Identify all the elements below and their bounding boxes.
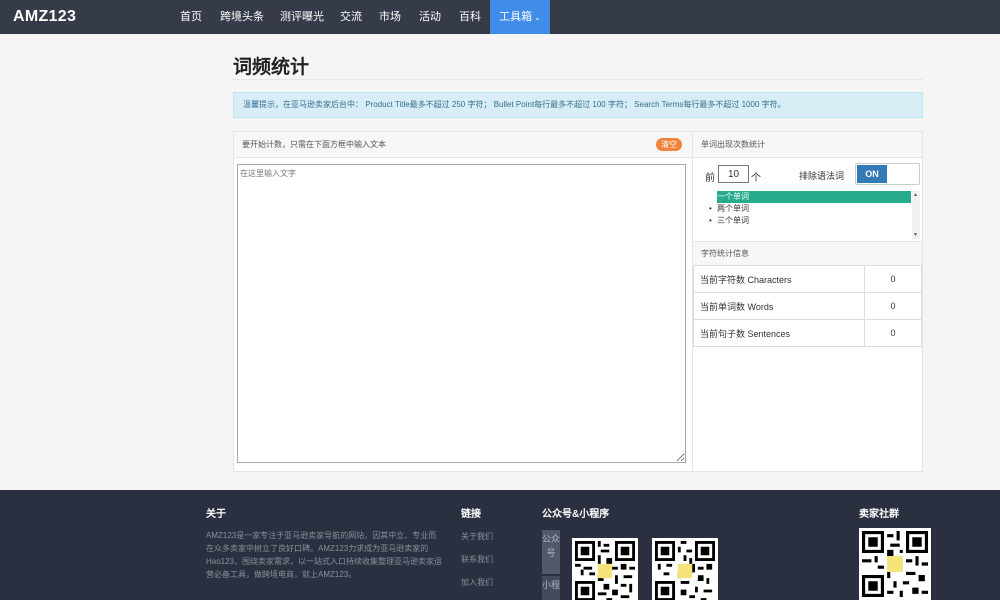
- nav-item-market[interactable]: 市场: [375, 0, 405, 34]
- title-divider: [233, 79, 923, 80]
- ngram-select-list[interactable]: 一个单词 两个单词 三个单词: [708, 191, 920, 239]
- word-count-header: 单词出现次数统计: [693, 132, 922, 158]
- stat-value: 0: [864, 292, 922, 320]
- qr-code-official-account: [572, 538, 638, 600]
- stat-value: 0: [864, 265, 922, 293]
- input-panel-header-text: 要开始计数，只需在下面方框中输入文本: [242, 140, 386, 149]
- qr-code-icon: [575, 541, 635, 600]
- site-footer: 关于 AMZ123是一家专注于亚马逊卖家导航的网站，因其中立、专业而在众多卖家中…: [0, 490, 1000, 600]
- top-n-input[interactable]: [718, 165, 749, 183]
- site-logo[interactable]: AMZ123: [13, 8, 76, 26]
- nav-item-toolbox-label: 工具箱: [499, 11, 533, 23]
- text-input-area[interactable]: [237, 164, 686, 463]
- input-panel-header: 要开始计数，只需在下面方框中输入文本 清空: [234, 132, 692, 158]
- toggle-on-label: ON: [857, 165, 887, 183]
- exclude-grammar-label: 排除语法词: [799, 171, 845, 181]
- clear-button[interactable]: 清空: [656, 138, 682, 151]
- option-two-words[interactable]: 两个单词: [708, 203, 920, 215]
- qr-code-icon: [655, 541, 715, 600]
- footer-link-join[interactable]: 加入我们: [461, 577, 493, 588]
- list-scrollbar[interactable]: ▲ ▼: [912, 191, 920, 239]
- word-count-panel: 单词出现次数统计 前 个 排除语法词 ON 一个单词 两个单词 三个单词 ▲ ▼…: [693, 131, 923, 472]
- table-row: 当前句子数 Sentences 0: [693, 319, 922, 347]
- scroll-down-icon[interactable]: ▼: [913, 232, 918, 238]
- footer-wechat-title: 公众号&小程序: [542, 509, 610, 520]
- footer-links-title: 链接: [461, 509, 481, 520]
- stat-label: 当前单词数 Words: [693, 292, 865, 320]
- nav-item-events[interactable]: 活动: [415, 0, 445, 34]
- scroll-up-icon[interactable]: ▲: [913, 192, 918, 198]
- qr-code-mini-program: [652, 538, 718, 600]
- qr-code-seller-community: [859, 528, 931, 600]
- option-three-words[interactable]: 三个单词: [708, 215, 920, 227]
- qr-code-icon: [862, 531, 928, 597]
- exclude-grammar-toggle[interactable]: ON: [855, 163, 920, 185]
- stat-label: 当前句子数 Sentences: [693, 319, 865, 347]
- char-stats-header: 字符统计信息: [693, 241, 922, 265]
- nav-item-news[interactable]: 跨境头条: [216, 0, 268, 34]
- footer-link-about[interactable]: 关于我们: [461, 531, 493, 542]
- top-n-prefix: 前: [705, 173, 715, 184]
- top-navbar: AMZ123 首页 跨境头条 测评曝光 交流 市场 活动 百科 工具箱 ⌄: [0, 0, 1000, 34]
- nav-item-reviews[interactable]: 测评曝光: [276, 0, 328, 34]
- footer-link-contact[interactable]: 联系我们: [461, 554, 493, 565]
- stat-value: 0: [864, 319, 922, 347]
- stat-label: 当前字符数 Characters: [693, 265, 865, 293]
- footer-about-text: AMZ123是一家专注于亚马逊卖家导航的网站，因其中立、专业而在众多卖家中树立了…: [206, 531, 443, 579]
- nav-item-wiki[interactable]: 百科: [454, 0, 486, 34]
- table-row: 当前单词数 Words 0: [693, 292, 922, 320]
- nav-item-toolbox[interactable]: 工具箱 ⌄: [490, 0, 550, 34]
- tip-alert: 温馨提示，在亚马逊卖家后台中： Product Title最多不超过 250 字…: [233, 92, 923, 118]
- chevron-down-icon: ⌄: [534, 13, 541, 22]
- top-n-suffix: 个: [751, 173, 761, 184]
- footer-about-title: 关于: [206, 509, 226, 520]
- page-title: 词频统计: [233, 57, 310, 78]
- tab-mini-program[interactable]: 小程: [542, 576, 560, 600]
- option-one-word[interactable]: 一个单词: [717, 191, 911, 203]
- nav-item-community[interactable]: 交流: [336, 0, 366, 34]
- footer-community-title: 卖家社群: [859, 509, 899, 520]
- char-stats-table: 当前字符数 Characters 0 当前单词数 Words 0 当前句子数 S…: [693, 265, 922, 347]
- tab-official-account[interactable]: 公众号: [542, 530, 560, 574]
- table-row: 当前字符数 Characters 0: [693, 265, 922, 293]
- nav-item-home[interactable]: 首页: [174, 0, 208, 34]
- text-input-panel: 要开始计数，只需在下面方框中输入文本 清空: [233, 131, 693, 472]
